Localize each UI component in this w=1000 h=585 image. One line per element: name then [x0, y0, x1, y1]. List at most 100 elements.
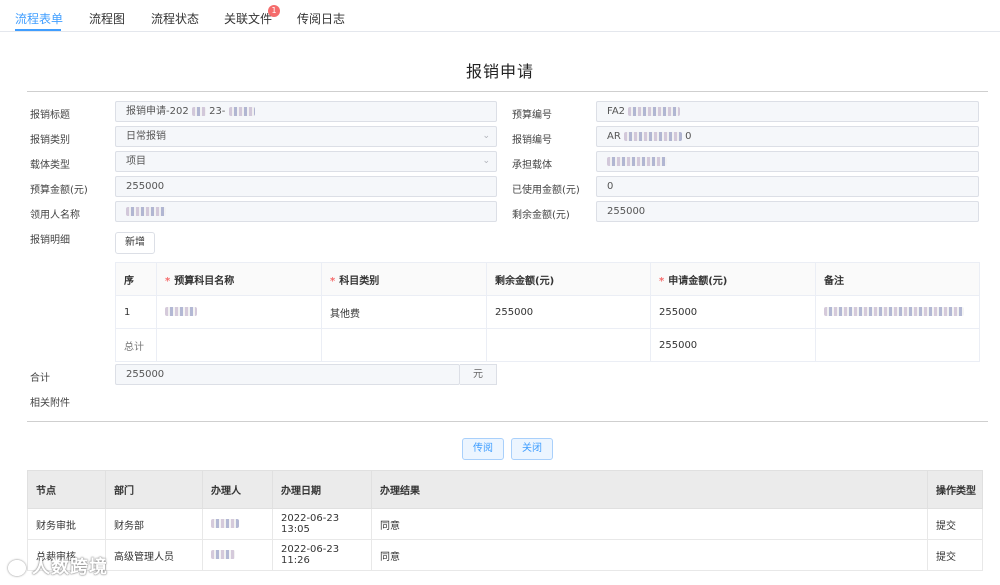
reimb-no-suffix: 0: [685, 131, 692, 142]
circulate-button[interactable]: 传阅: [462, 438, 504, 460]
header-text: 科目类别: [339, 275, 380, 287]
table-row[interactable]: 财务审批 财务部 2022-06-23 13:05 同意 提交: [27, 508, 983, 540]
redacted-text: [623, 131, 682, 141]
label-budget-no: 预算编号: [512, 110, 552, 121]
col-subject: * 预算科目名称: [156, 262, 322, 296]
redacted-text: [628, 106, 681, 116]
cell-op: 提交: [927, 539, 983, 571]
tab-flow-form[interactable]: 流程表单: [15, 10, 63, 27]
used-amount-field[interactable]: 0: [596, 176, 979, 197]
required-mark: *: [330, 275, 336, 287]
col-handler: 办理人: [202, 470, 273, 509]
recipient-field[interactable]: [115, 201, 497, 222]
cell-total-label: 总计: [115, 328, 157, 362]
add-row-button[interactable]: 新增: [115, 232, 155, 254]
tab-circulation-log[interactable]: 传阅日志: [297, 10, 345, 27]
label-budget-amount: 预算金额(元): [30, 185, 88, 196]
cell-empty: [486, 328, 651, 362]
col-date: 办理日期: [272, 470, 372, 509]
table-row[interactable]: 总裁审核 高级管理人员 2022-06-23 11:26 同意 提交: [27, 539, 983, 571]
title-field-prefix: 报销申请-202: [126, 106, 189, 117]
cell-remaining: 255000: [486, 295, 651, 329]
col-category: * 科目类别: [321, 262, 487, 296]
col-note: 备注: [815, 262, 980, 296]
cell-handler: [202, 539, 273, 571]
watermark: 人数跨境: [8, 553, 108, 579]
log-header-row: 节点 部门 办理人 办理日期 办理结果 操作类型: [27, 470, 983, 509]
remaining-amount-field[interactable]: 255000: [596, 201, 979, 222]
cell-empty: [815, 328, 980, 362]
tab-related-files-label: 关联文件: [224, 12, 273, 26]
cell-result: 同意: [371, 539, 928, 571]
cell-op: 提交: [927, 508, 983, 540]
label-total: 合计: [30, 373, 50, 384]
active-tab-indicator: [15, 29, 61, 31]
approval-log-table: 节点 部门 办理人 办理日期 办理结果 操作类型 财务审批 财务部 2022-0…: [27, 470, 983, 571]
reimb-no-field[interactable]: AR 0: [596, 126, 979, 147]
divider: [27, 421, 988, 422]
tab-related-files[interactable]: 关联文件 1: [224, 5, 280, 27]
label-type: 报销类别: [30, 135, 70, 146]
detail-header-row: 序 * 预算科目名称 * 科目类别 剩余金额(元) * 申请金额(元) 备注: [115, 262, 980, 296]
cell-result: 同意: [371, 508, 928, 540]
cell-date: 2022-06-23 11:26: [272, 539, 372, 571]
header-text: 预算科目名称: [174, 275, 235, 287]
title-field[interactable]: 报销申请-202 23-: [115, 101, 497, 122]
bearer-field[interactable]: [596, 151, 979, 172]
redacted-text: [824, 307, 964, 316]
redacted-text: [211, 550, 235, 559]
carrier-type-select[interactable]: 项目 ⌄: [115, 151, 497, 172]
col-op: 操作类型: [927, 470, 983, 509]
chevron-down-icon: ⌄: [482, 131, 490, 141]
redacted-text: [607, 156, 667, 166]
header-text: 备注: [824, 275, 844, 287]
cell-dept: 高级管理人员: [105, 539, 203, 571]
col-node: 节点: [27, 470, 106, 509]
title-field-mid: 23-: [209, 106, 226, 117]
close-button[interactable]: 关闭: [511, 438, 553, 460]
col-remaining: 剩余金额(元): [486, 262, 651, 296]
col-dept: 部门: [105, 470, 203, 509]
redacted-text: [211, 519, 239, 528]
label-bearer: 承担载体: [512, 160, 552, 171]
cell-empty: [321, 328, 487, 362]
budget-no-prefix: FA2: [607, 106, 626, 117]
notification-badge: 1: [268, 5, 280, 17]
budget-no-field[interactable]: FA2: [596, 101, 979, 122]
total-amount-field[interactable]: 255000: [115, 364, 460, 385]
type-select-value: 日常报销: [126, 131, 166, 142]
type-select[interactable]: 日常报销 ⌄: [115, 126, 497, 147]
label-title: 报销标题: [30, 110, 70, 121]
redacted-text: [191, 106, 206, 116]
redacted-text: [126, 206, 166, 216]
chevron-down-icon: ⌄: [482, 156, 490, 166]
header-text: 申请金额(元): [668, 275, 728, 287]
budget-amount-field[interactable]: 255000: [115, 176, 497, 197]
cell-handler: [202, 508, 273, 540]
col-seq: 序: [115, 262, 157, 296]
header-text: 序: [124, 275, 134, 287]
label-detail: 报销明细: [30, 235, 70, 246]
label-remaining: 剩余金额(元): [512, 210, 570, 221]
cell-dept: 财务部: [105, 508, 203, 540]
redacted-text: [165, 307, 197, 316]
reimb-no-prefix: AR: [607, 131, 621, 142]
label-attachments: 相关附件: [30, 398, 70, 409]
tab-flow-chart[interactable]: 流程图: [89, 10, 125, 27]
carrier-type-value: 项目: [126, 156, 146, 167]
divider: [27, 91, 988, 92]
redacted-text: [228, 106, 255, 116]
tab-bar: 流程表单 流程图 流程状态 关联文件 1 传阅日志: [0, 0, 1000, 32]
required-mark: *: [165, 275, 171, 287]
page-title: 报销申请: [465, 62, 534, 81]
cell-total-apply: 255000: [650, 328, 816, 362]
currency-suffix: 元: [460, 364, 497, 385]
cell-apply: 255000: [650, 295, 816, 329]
cell-note: [815, 295, 980, 329]
label-reimb-no: 报销编号: [512, 135, 552, 146]
table-row[interactable]: 1 其他费 255000 255000: [115, 295, 980, 329]
col-apply: * 申请金额(元): [650, 262, 816, 296]
tab-flow-status[interactable]: 流程状态: [151, 10, 199, 27]
required-mark: *: [659, 275, 665, 287]
total-row: 总计 255000: [115, 328, 980, 362]
